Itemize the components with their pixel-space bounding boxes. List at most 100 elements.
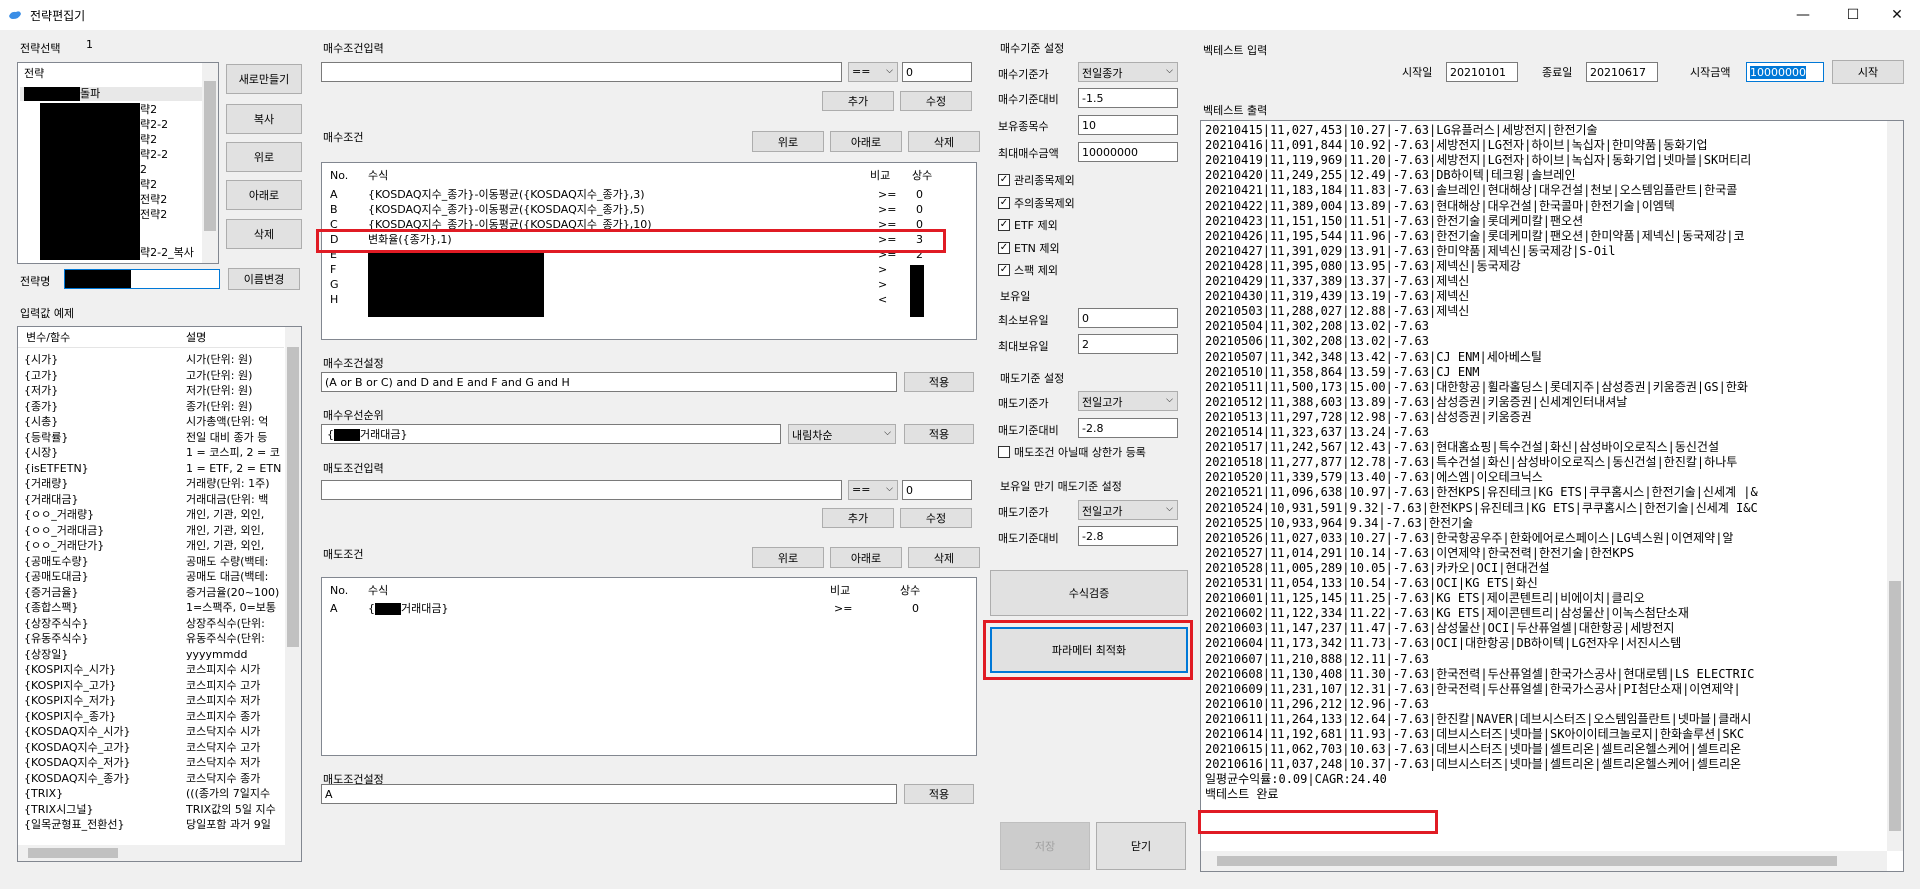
buy-row-expression[interactable]: {KOSDAQ지수_종가}-이동평균({KOSDAQ지수_종가},5) — [368, 203, 858, 217]
sell-ratio-input[interactable]: -2.8 — [1078, 418, 1178, 438]
filter-checkbox[interactable]: ✓ 주의종목제외 — [998, 195, 1075, 211]
save-button[interactable]: 저장 — [1000, 822, 1090, 870]
filter-checkbox[interactable]: ✓ 스팩 제외 — [998, 262, 1058, 278]
examples-vertical-scrollbar[interactable] — [285, 327, 301, 845]
example-variable[interactable]: {증거금율} — [24, 586, 78, 600]
filter-checkbox[interactable]: ✓ 관리종목제외 — [998, 172, 1075, 188]
sort-order-select[interactable]: 내림차순 ⌵ — [788, 424, 896, 444]
example-variable[interactable]: {KOSPI지수_종가} — [24, 710, 116, 724]
buy-cond-down-button[interactable]: 아래로 — [830, 131, 902, 152]
expiry-price-select[interactable]: 전일고가 ⌵ — [1078, 500, 1178, 520]
sell-conditions-table[interactable]: No. 수식 비교 상수 A {거래대금} >= 0 — [321, 577, 977, 756]
maximize-icon[interactable]: ☐ — [1830, 0, 1876, 30]
example-variable[interactable]: {ㅇㅇ_거래단가} — [24, 539, 104, 553]
buy-add-button[interactable]: 추가 — [822, 91, 894, 111]
example-variable[interactable]: {시가} — [24, 353, 58, 367]
strategy-item[interactable]: 략2 — [140, 178, 157, 192]
example-variable[interactable]: {공매도수량} — [24, 555, 89, 569]
strategy-list-scrollbar[interactable] — [202, 63, 218, 263]
example-variable[interactable]: {공매도대금} — [24, 570, 89, 584]
end-date-input[interactable]: 20210617 — [1586, 62, 1658, 82]
close-button[interactable]: 닫기 — [1096, 822, 1186, 870]
backtest-output-box[interactable]: 20210415|11,027,453|10.27|-7.63|LG유플러스|세… — [1200, 120, 1904, 872]
example-variable[interactable]: {KOSDAQ지수_저가} — [24, 756, 131, 770]
example-variable[interactable]: {등락률} — [24, 431, 68, 445]
hold-count-input[interactable]: 10 — [1078, 115, 1178, 135]
verify-formula-button[interactable]: 수식검증 — [990, 570, 1188, 616]
sell-expression-input[interactable] — [321, 480, 842, 500]
examples-horizontal-scrollbar[interactable] — [18, 845, 301, 861]
buy-operator-select[interactable]: == ⌵ — [848, 62, 898, 82]
example-variable[interactable]: {유동주식수} — [24, 632, 89, 646]
start-backtest-button[interactable]: 시작 — [1832, 60, 1904, 84]
example-variable[interactable]: {KOSPI지수_고가} — [24, 679, 116, 693]
new-strategy-button[interactable]: 새로만들기 — [226, 64, 302, 94]
strategy-name-input[interactable] — [64, 269, 220, 289]
strategy-item[interactable]: 략2 — [140, 133, 157, 147]
example-variable[interactable]: {TRIX시그널} — [24, 803, 94, 817]
start-date-input[interactable]: 20210101 — [1446, 62, 1518, 82]
expiry-ratio-input[interactable]: -2.8 — [1078, 526, 1178, 546]
example-variable[interactable]: {거래량} — [24, 477, 68, 491]
move-up-button[interactable]: 위로 — [226, 142, 302, 172]
sell-cond-delete-button[interactable]: 삭제 — [908, 547, 980, 568]
buy-cond-delete-button[interactable]: 삭제 — [908, 131, 980, 152]
max-hold-input[interactable]: 2 — [1078, 334, 1178, 354]
delete-strategy-button[interactable]: 삭제 — [226, 219, 302, 249]
example-variable[interactable]: {ㅇㅇ_거래대금} — [24, 524, 104, 538]
strategy-item[interactable]: 2 — [140, 163, 147, 177]
example-variable[interactable]: {시총} — [24, 415, 58, 429]
limit-order-checkbox[interactable]: 매도조건 아닐때 상한가 등록 — [998, 444, 1146, 460]
example-variable[interactable]: {KOSPI지수_시가} — [24, 663, 116, 677]
rename-button[interactable]: 이름변경 — [228, 268, 300, 290]
buy-expression-input[interactable] — [321, 62, 842, 82]
strategy-item[interactable]: 략2 — [140, 103, 157, 117]
example-variable[interactable]: {상장일} — [24, 648, 68, 662]
buy-row-expression[interactable]: {KOSDAQ지수_종가}-이동평균({KOSDAQ지수_종가},3) — [368, 188, 858, 202]
example-variable[interactable]: {고가} — [24, 369, 58, 383]
buy-setting-apply-button[interactable]: 적용 — [904, 372, 974, 392]
sell-setting-input[interactable]: A — [321, 784, 897, 804]
strategy-list[interactable]: 전략 돌파 략2 략2-2 략2 략2-2 2 략2 전략2 전략2 략2-2_… — [17, 62, 219, 264]
sell-cond-up-button[interactable]: 위로 — [752, 547, 824, 568]
example-variable[interactable]: {종가} — [24, 400, 58, 414]
strategy-item[interactable]: 전략2 — [140, 193, 167, 207]
buy-ratio-input[interactable]: -1.5 — [1078, 88, 1178, 108]
example-variable[interactable]: {ㅇㅇ_거래량} — [24, 508, 94, 522]
move-down-button[interactable]: 아래로 — [226, 180, 302, 210]
output-horizontal-scrollbar[interactable] — [1201, 851, 1887, 871]
buy-constant-input[interactable]: 0 — [902, 62, 972, 82]
example-variable[interactable]: {일목균형표_전환선} — [24, 818, 124, 832]
example-variable[interactable]: {KOSDAQ지수_종가} — [24, 772, 131, 786]
buy-setting-input[interactable]: (A or B or C) and D and E and F and G an… — [321, 372, 897, 392]
example-variable[interactable]: {isETFETN} — [24, 462, 89, 476]
sell-price-select[interactable]: 전일고가 ⌵ — [1078, 391, 1178, 411]
sell-setting-apply-button[interactable]: 적용 — [904, 784, 974, 804]
example-variable[interactable]: {시장} — [24, 446, 58, 460]
start-amount-input[interactable]: 10000000 — [1746, 62, 1824, 82]
example-variable[interactable]: {상장주식수} — [24, 617, 89, 631]
copy-strategy-button[interactable]: 복사 — [226, 104, 302, 134]
example-variable[interactable]: {종합스팩} — [24, 601, 78, 615]
buy-priority-input[interactable]: {거래대금} — [321, 424, 781, 444]
min-hold-input[interactable]: 0 — [1078, 308, 1178, 328]
example-variable[interactable]: {TRIX} — [24, 787, 63, 801]
buy-price-select[interactable]: 전일종가 ⌵ — [1078, 62, 1178, 82]
strategy-item[interactable]: 략2-2 — [140, 148, 168, 162]
strategy-item[interactable]: 략2-2_복사 — [140, 246, 194, 260]
close-icon[interactable]: ✕ — [1874, 0, 1920, 30]
strategy-item[interactable]: 략2-2 — [140, 118, 168, 132]
output-vertical-scrollbar[interactable] — [1887, 121, 1903, 851]
strategy-item[interactable]: 돌파 — [80, 87, 100, 101]
example-variable[interactable]: {KOSDAQ지수_고가} — [24, 741, 131, 755]
example-variable[interactable]: {KOSDAQ지수_시가} — [24, 725, 131, 739]
filter-checkbox[interactable]: ✓ ETN 제외 — [998, 240, 1060, 256]
max-buy-input[interactable]: 10000000 — [1078, 142, 1178, 162]
buy-priority-apply-button[interactable]: 적용 — [904, 424, 974, 444]
sell-add-button[interactable]: 추가 — [822, 508, 894, 528]
sell-row-expression[interactable]: {거래대금} — [368, 602, 448, 616]
buy-cond-up-button[interactable]: 위로 — [752, 131, 824, 152]
sell-constant-input[interactable]: 0 — [902, 480, 972, 500]
sell-modify-button[interactable]: 수정 — [900, 508, 972, 528]
example-variable[interactable]: {저가} — [24, 384, 58, 398]
